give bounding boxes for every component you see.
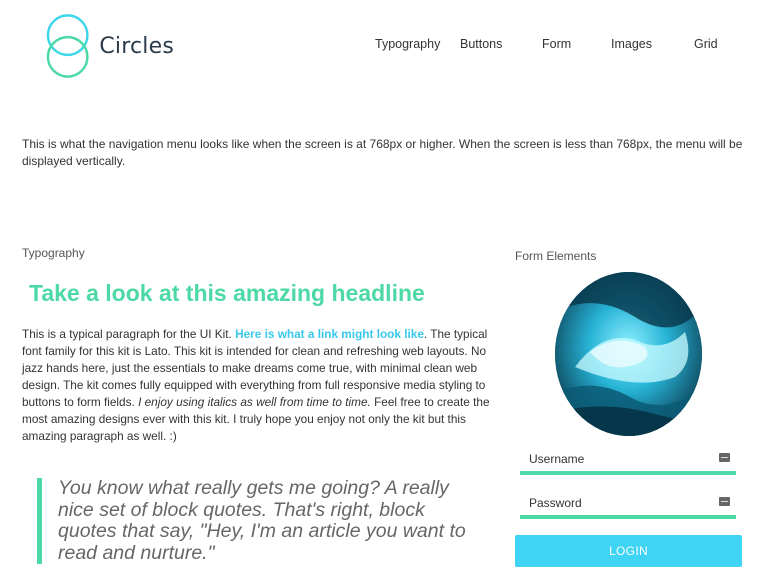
ocean-wave-image <box>555 272 702 436</box>
typography-section-label: Typography <box>22 246 85 260</box>
login-button[interactable]: LOGIN <box>515 535 742 567</box>
wave-image-graphic <box>555 272 702 436</box>
nav-grid[interactable]: Grid <box>694 37 718 51</box>
nav-form[interactable]: Form <box>542 37 571 51</box>
blockquote-text: You know what really gets me going? A re… <box>58 477 466 564</box>
headline: Take a look at this amazing headline <box>29 280 425 306</box>
username-placeholder: Username <box>529 452 585 466</box>
password-field[interactable]: Password <box>520 489 736 519</box>
sample-link[interactable]: Here is what a link might look like <box>235 327 424 341</box>
blockquote: You know what really gets me going? A re… <box>37 477 467 564</box>
paragraph-text-1: This is a typical paragraph for the UI K… <box>22 327 236 341</box>
typography-paragraph: This is a typical paragraph for the UI K… <box>22 326 498 445</box>
nav-buttons[interactable]: Buttons <box>460 37 502 51</box>
nav-typography[interactable]: Typography <box>375 37 440 51</box>
nav-description: This is what the navigation menu looks l… <box>22 137 743 168</box>
nav-images[interactable]: Images <box>611 37 652 51</box>
form-section-label: Form Elements <box>515 249 597 263</box>
italic-text: I enjoy using italics as well from time … <box>138 395 371 409</box>
credential-key-icon <box>719 497 730 506</box>
credential-key-icon <box>719 453 730 462</box>
main-nav: Typography Buttons Form Images Grid <box>0 37 765 55</box>
username-field[interactable]: Username <box>520 445 736 475</box>
password-placeholder: Password <box>529 496 582 510</box>
